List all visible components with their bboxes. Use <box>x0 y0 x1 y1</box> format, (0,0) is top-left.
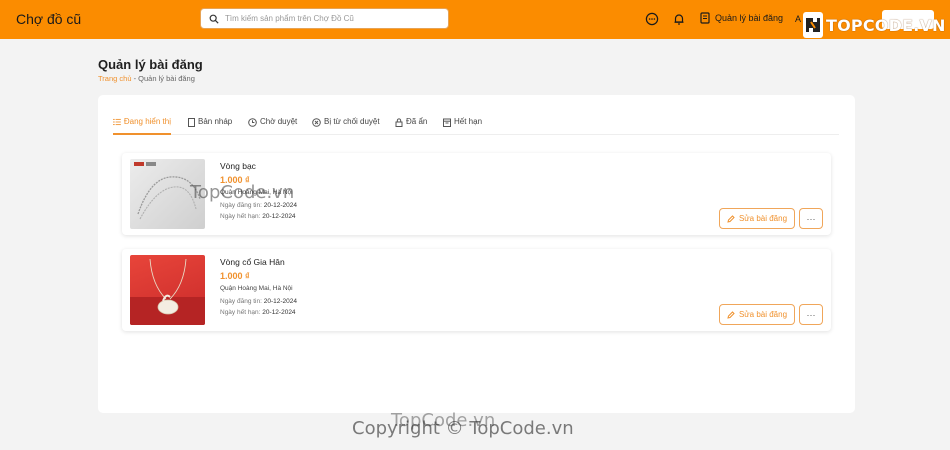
tab-pending[interactable]: Chờ duyệt <box>248 117 297 135</box>
pencil-icon <box>727 310 735 319</box>
tab-hidden[interactable]: Đã ẩn <box>395 117 427 135</box>
expires-value: 20-12-2024 <box>262 309 296 316</box>
topcode-logo-text: TOPCODE.VN <box>826 15 946 35</box>
watermark-copyright: Copyright © TopCode.vn <box>352 418 574 439</box>
posted-value: 20-12-2024 <box>263 202 297 209</box>
tab-showing[interactable]: Đang hiển thị <box>113 117 171 135</box>
listing-posted-date: Ngày đăng tin: 20-12-2024 <box>220 298 297 305</box>
listing-title[interactable]: Vòng cổ Gia Hân <box>220 257 285 267</box>
search-icon <box>209 14 219 24</box>
tab-draft[interactable]: Bản nháp <box>188 117 232 135</box>
clock-icon <box>248 118 257 127</box>
top-bar: Chợ đồ cũ Quản lý bài đăng A TOPCODE.VN <box>0 0 950 39</box>
tab-label: Bản nháp <box>198 117 233 126</box>
edit-post-label: Sửa bài đăng <box>738 310 788 319</box>
bell-icon[interactable] <box>672 12 686 26</box>
search-box[interactable] <box>200 8 449 29</box>
listing-expiry-date: Ngày hết hạn: 20-12-2024 <box>220 309 296 316</box>
search-input[interactable] <box>225 14 435 23</box>
tab-expired[interactable]: Hết hạn <box>443 117 482 135</box>
tab-rejected[interactable]: Bị từ chối duyệt <box>312 117 380 135</box>
brand-name[interactable]: Chợ đồ cũ <box>16 11 81 27</box>
listing-location: Quận Hoàng Mai, Hà Nội <box>220 285 293 292</box>
file-icon <box>188 118 195 127</box>
listing-title[interactable]: Vòng bạc <box>220 161 256 171</box>
tab-label: Bị từ chối duyệt <box>324 117 380 126</box>
more-options-button[interactable]: ··· <box>799 304 823 325</box>
breadcrumb: Trang chủ - Quản lý bài đăng <box>98 74 195 83</box>
manage-posts-link[interactable]: Quản lý bài đăng <box>700 12 783 24</box>
tab-label: Chờ duyệt <box>260 117 298 126</box>
status-tabs: Đang hiển thị Bản nháp Chờ duyệt Bị từ c… <box>113 117 839 135</box>
more-options-button[interactable]: ··· <box>799 208 823 229</box>
expires-label: Ngày hết hạn: <box>220 309 261 316</box>
listing-price: 1.000 ₫ <box>220 271 250 281</box>
topcode-mark-icon <box>803 12 823 38</box>
posted-value: 20-12-2024 <box>263 298 297 305</box>
list-icon <box>113 118 121 126</box>
expires-label: Ngày hết hạn: <box>220 213 261 220</box>
manage-posts-label: Quản lý bài đăng <box>715 13 784 23</box>
account-initial[interactable]: A <box>795 14 801 24</box>
close-circle-icon <box>312 118 321 127</box>
calendar-icon <box>443 118 451 127</box>
breadcrumb-home-link[interactable]: Trang chủ <box>98 74 132 83</box>
document-icon <box>700 12 710 24</box>
tab-label: Đang hiển thị <box>123 117 171 126</box>
breadcrumb-current: Quản lý bài đăng <box>138 74 195 83</box>
edit-post-button[interactable]: Sửa bài đăng <box>719 208 795 229</box>
swan-necklace-image[interactable] <box>130 255 205 325</box>
expires-value: 20-12-2024 <box>262 213 296 220</box>
listing-card[interactable]: Vòng cổ Gia Hân 1.000 ₫ Quận Hoàng Mai, … <box>122 249 831 331</box>
edit-post-button[interactable]: Sửa bài đăng <box>719 304 795 325</box>
listings-panel: Đang hiển thị Bản nháp Chờ duyệt Bị từ c… <box>98 95 855 413</box>
edit-post-label: Sửa bài đăng <box>738 214 788 223</box>
pencil-icon <box>727 214 735 223</box>
chat-icon[interactable] <box>645 12 659 26</box>
posted-label: Ngày đăng tin: <box>220 298 262 305</box>
tab-label: Đã ẩn <box>406 117 428 126</box>
listing-posted-date: Ngày đăng tin: 20-12-2024 <box>220 202 297 209</box>
listing-expiry-date: Ngày hết hạn: 20-12-2024 <box>220 213 296 220</box>
topcode-logo: TOPCODE.VN <box>803 11 945 39</box>
posted-label: Ngày đăng tin: <box>220 202 262 209</box>
lock-icon <box>395 118 403 127</box>
tab-label: Hết hạn <box>454 117 483 126</box>
page-title: Quản lý bài đăng <box>98 57 203 72</box>
watermark-inline: TopCode.vn <box>190 182 295 203</box>
